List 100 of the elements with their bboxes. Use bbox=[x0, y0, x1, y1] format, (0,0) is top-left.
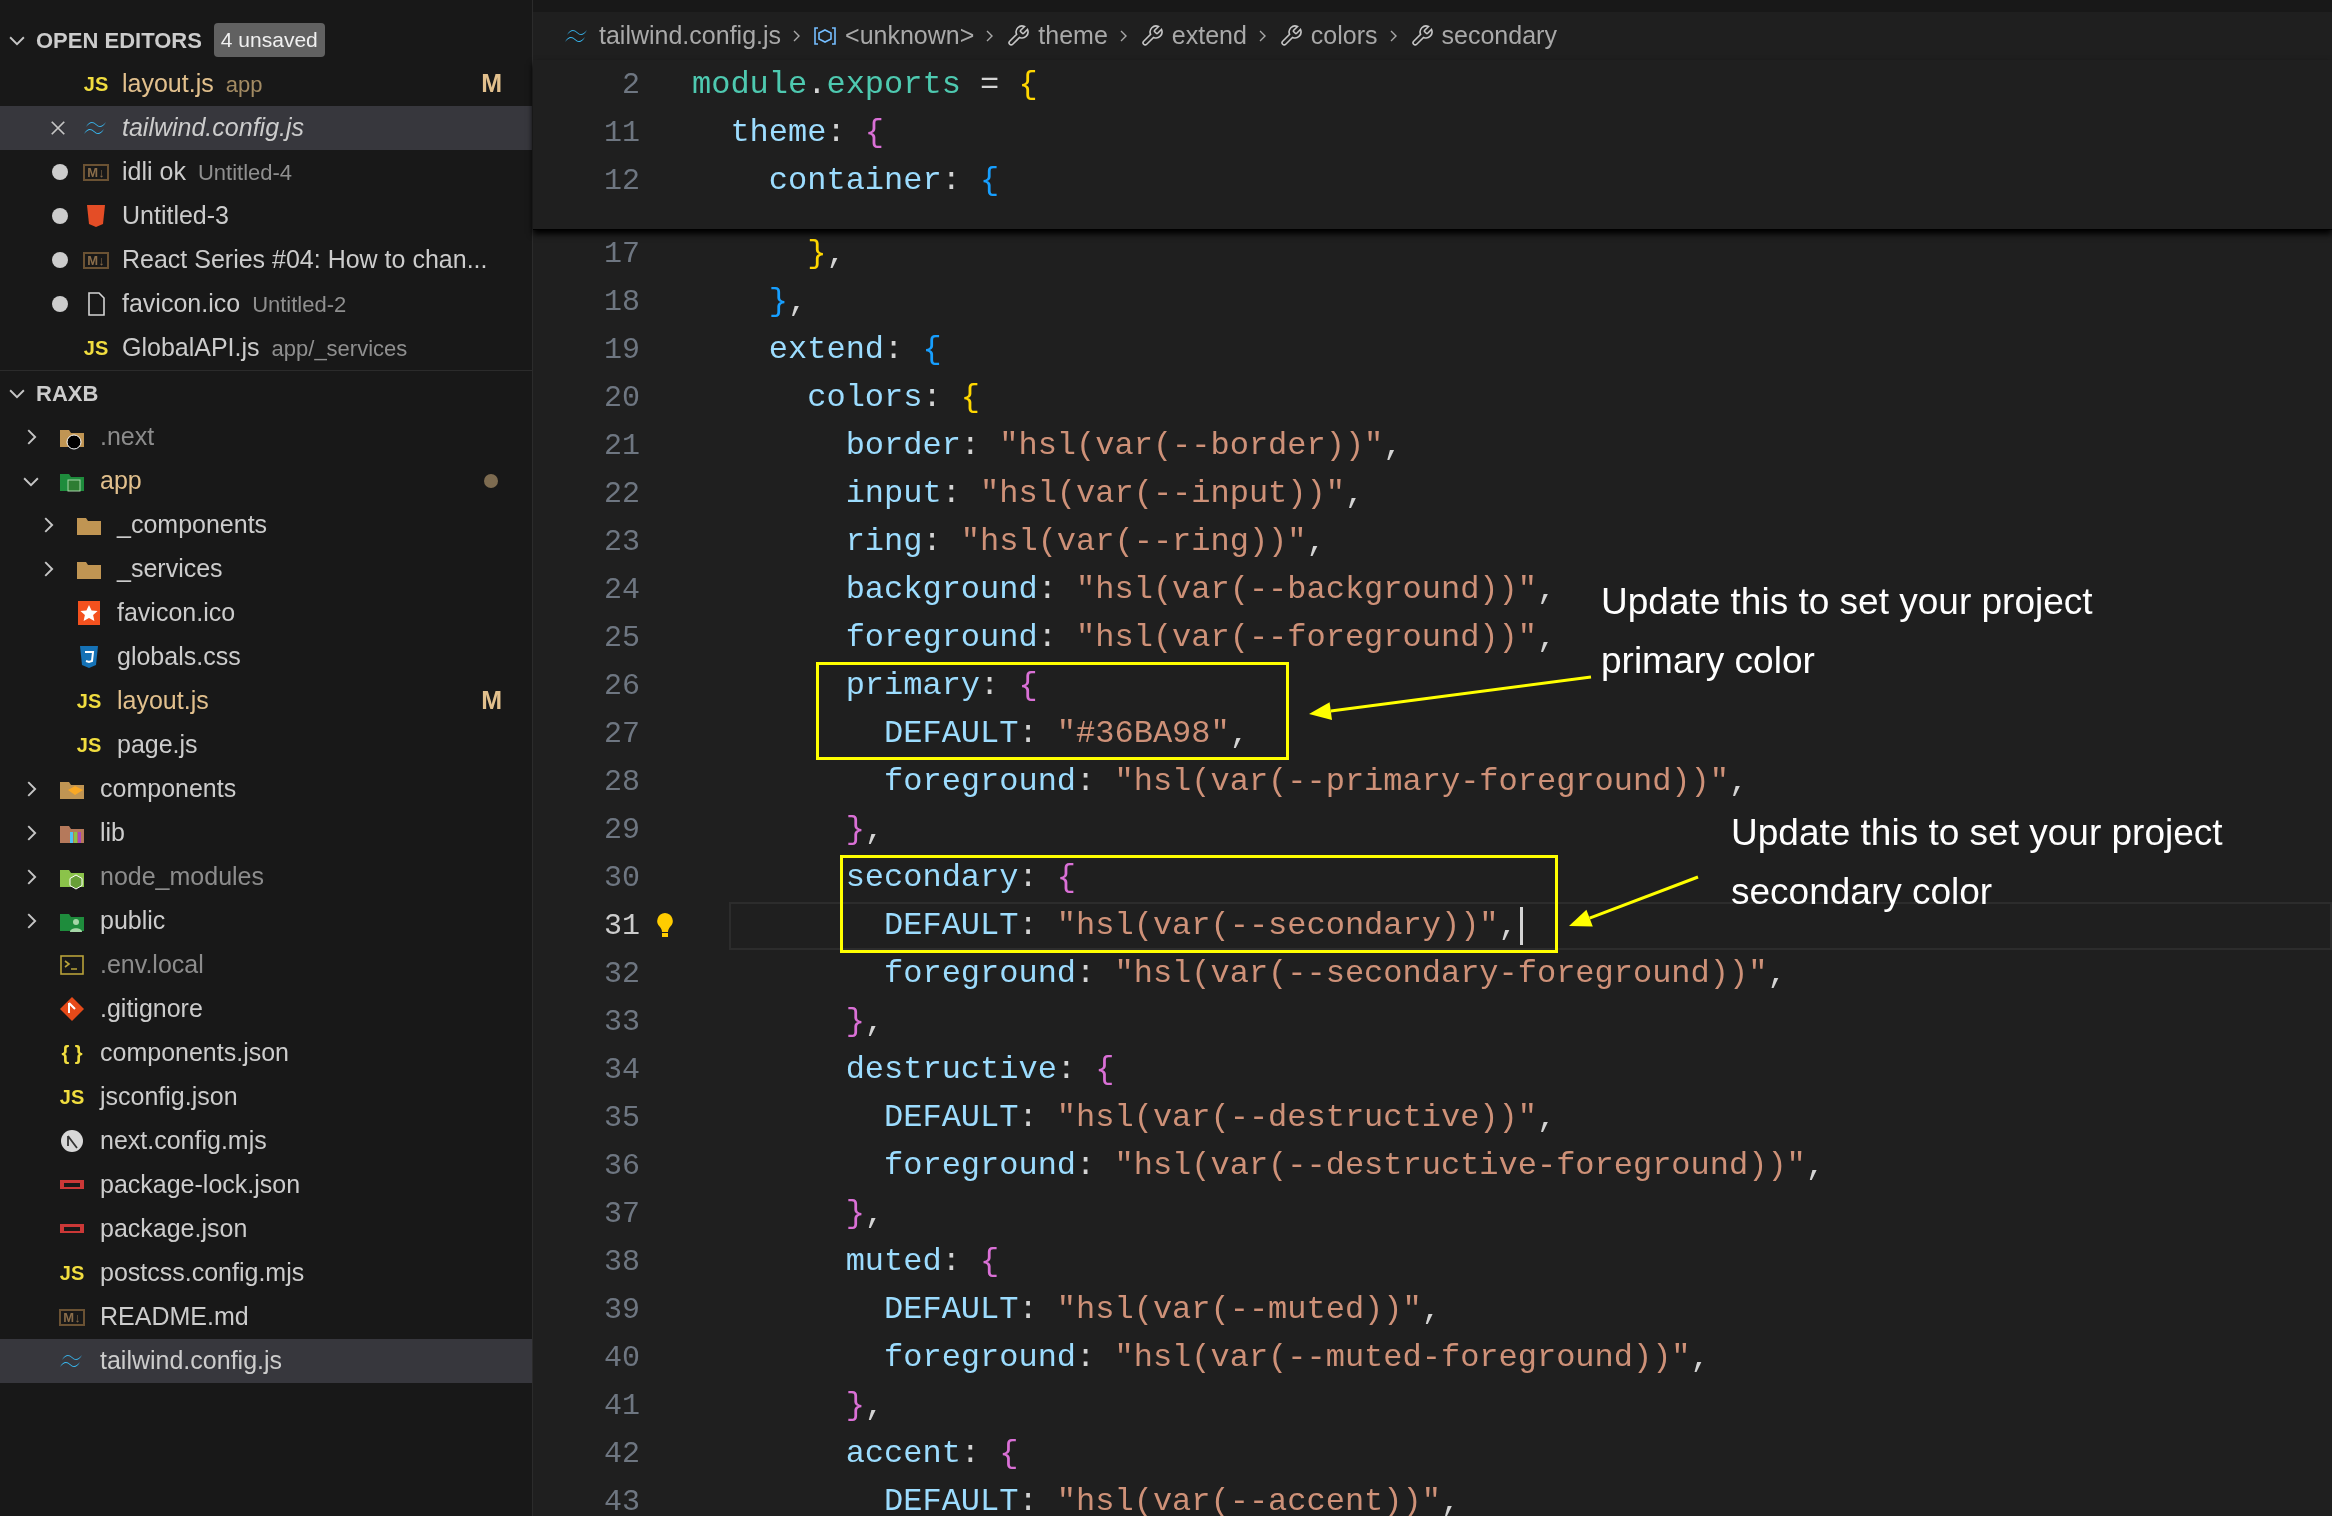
code-line: background: "hsl(var(--background))", bbox=[844, 570, 1557, 610]
file-item[interactable]: .gitignore bbox=[0, 987, 532, 1031]
open-editor-item[interactable]: JS GlobalAPI.js app/_services bbox=[0, 326, 532, 370]
code-line: foreground: "hsl(var(--primary-foreground))", bbox=[883, 762, 1749, 802]
code-line: muted: { bbox=[844, 1242, 1000, 1282]
line-number: 36 bbox=[603, 1147, 640, 1185]
file-item[interactable]: { } components.json bbox=[0, 1031, 532, 1075]
section-title[interactable]: RAXB bbox=[36, 376, 99, 410]
file-name: idli ok bbox=[122, 156, 186, 188]
line-number: 34 bbox=[603, 1051, 640, 1089]
wrench-icon bbox=[1006, 24, 1031, 48]
file-item[interactable]: JS layout.js M bbox=[0, 679, 532, 723]
line-number: 29 bbox=[603, 811, 640, 849]
file-item[interactable]: JS page.js bbox=[0, 723, 532, 767]
code-line: DEFAULT: "hsl(var(--muted))", bbox=[883, 1290, 1441, 1330]
js-icon: JS bbox=[83, 74, 109, 94]
js-icon: JS bbox=[76, 691, 102, 711]
folder-item[interactable]: components bbox=[0, 767, 532, 811]
folder-item[interactable]: lib bbox=[0, 811, 532, 855]
line-number: 18 bbox=[603, 283, 640, 321]
file-item[interactable]: package-lock.json bbox=[0, 1163, 532, 1207]
section-title[interactable]: OPEN EDITORS bbox=[36, 23, 202, 57]
code-line: extend: { bbox=[767, 330, 942, 370]
line-number: 12 bbox=[603, 162, 640, 200]
file-name: components.json bbox=[100, 1037, 289, 1069]
file-item[interactable]: JS postcss.config.mjs bbox=[0, 1251, 532, 1295]
lightbulb-icon[interactable] bbox=[655, 912, 675, 940]
line-number: 41 bbox=[603, 1387, 640, 1425]
open-editor-item[interactable]: tailwind.config.js bbox=[0, 106, 532, 150]
file-name: public bbox=[100, 905, 166, 937]
file-item[interactable]: tailwind.config.js bbox=[0, 1339, 532, 1383]
line-number: 35 bbox=[603, 1099, 640, 1137]
folder-item[interactable]: node_modules bbox=[0, 855, 532, 899]
braces-icon: { } bbox=[61, 1043, 83, 1063]
file-name: globals.css bbox=[117, 641, 241, 673]
file-name: tailwind.config.js bbox=[122, 112, 305, 144]
file-item[interactable]: package.json bbox=[0, 1207, 532, 1251]
line-number: 42 bbox=[603, 1435, 640, 1473]
line-number: 33 bbox=[603, 1003, 640, 1041]
line-number: 30 bbox=[603, 859, 640, 897]
file-name: tailwind.config.js bbox=[100, 1345, 283, 1377]
open-editor-item[interactable]: JS layout.js app M bbox=[0, 62, 532, 106]
code-line: ring: "hsl(var(--ring))", bbox=[844, 522, 1326, 562]
line-number: 2 bbox=[621, 66, 640, 104]
code-line: foreground: "hsl(var(--foreground))", bbox=[844, 618, 1557, 658]
breadcrumb-item[interactable]: tailwind.config.js bbox=[599, 17, 782, 55]
line-number: 27 bbox=[603, 715, 640, 753]
breadcrumb-item[interactable]: secondary bbox=[1441, 17, 1557, 55]
file-name: layout.js bbox=[117, 685, 209, 717]
annotation-text: Update this to set your project primary color bbox=[1601, 580, 2094, 683]
file-item[interactable]: globals.css bbox=[0, 635, 532, 679]
open-editor-item[interactable]: Untitled-3 bbox=[0, 194, 532, 238]
open-editor-item[interactable]: favicon.ico Untitled-2 bbox=[0, 282, 532, 326]
breadcrumb-item[interactable]: extend bbox=[1171, 17, 1247, 55]
code-line: colors: { bbox=[806, 378, 981, 418]
file-path: Untitled-4 bbox=[197, 158, 293, 187]
file-item[interactable]: favicon.ico bbox=[0, 591, 532, 635]
line-number: 38 bbox=[603, 1243, 640, 1281]
file-path: app/_services bbox=[271, 334, 408, 363]
line-number: 19 bbox=[603, 331, 640, 369]
code-line: foreground: "hsl(var(--secondary-foreground))", bbox=[883, 954, 1787, 994]
breadcrumb-item[interactable]: theme bbox=[1038, 17, 1108, 55]
file-item[interactable]: JS jsconfig.json bbox=[0, 1075, 532, 1119]
code-line: foreground: "hsl(var(--muted-foreground))", bbox=[883, 1338, 1710, 1378]
breadcrumb-item[interactable]: colors bbox=[1310, 17, 1378, 55]
file-name: package.json bbox=[100, 1213, 248, 1245]
folder-item[interactable]: _services bbox=[0, 547, 532, 591]
line-number: 22 bbox=[603, 475, 640, 513]
close-icon[interactable] bbox=[48, 118, 68, 138]
folder-item[interactable]: app bbox=[0, 459, 532, 503]
code-line: module.exports = { bbox=[692, 65, 1038, 105]
status-letter: M bbox=[481, 685, 502, 717]
file-name: _components bbox=[117, 509, 268, 541]
markdown-icon: M↓ bbox=[83, 251, 109, 269]
file-name: favicon.ico bbox=[117, 597, 236, 629]
markdown-icon: M↓ bbox=[83, 163, 109, 181]
folder-item[interactable]: _components bbox=[0, 503, 532, 547]
code-line: DEFAULT: "hsl(var(--secondary))", bbox=[883, 906, 1518, 946]
code-line: primary: { bbox=[844, 666, 1038, 706]
js-icon: JS bbox=[76, 735, 102, 755]
symbol-icon bbox=[813, 25, 838, 47]
code-line: accent: { bbox=[844, 1434, 1019, 1474]
file-name: lib bbox=[100, 817, 125, 849]
file-item[interactable]: .env.local bbox=[0, 943, 532, 987]
file-item[interactable]: M↓ README.md bbox=[0, 1295, 532, 1339]
code-line: foreground: "hsl(var(--destructive-foreground))", bbox=[883, 1146, 1825, 1186]
circle-icon bbox=[58, 1128, 86, 1154]
line-number: 21 bbox=[603, 427, 640, 465]
open-editor-item[interactable]: M↓ idli ok Untitled-4 bbox=[0, 150, 532, 194]
breadcrumb-item[interactable]: <unknown> bbox=[845, 17, 975, 55]
wrench-icon bbox=[1139, 24, 1164, 48]
code-line: }, bbox=[844, 1194, 885, 1234]
open-editor-item[interactable]: M↓ React Series #04: How to chan... bbox=[0, 238, 532, 282]
file-name: jsconfig.json bbox=[100, 1081, 238, 1113]
code-line: border: "hsl(var(--border))", bbox=[844, 426, 1403, 466]
folder-item[interactable]: .next bbox=[0, 415, 532, 459]
line-number: 32 bbox=[603, 955, 640, 993]
folder-item[interactable]: public bbox=[0, 899, 532, 943]
code-line: input: "hsl(var(--input))", bbox=[844, 474, 1365, 514]
file-item[interactable]: next.config.mjs bbox=[0, 1119, 532, 1163]
